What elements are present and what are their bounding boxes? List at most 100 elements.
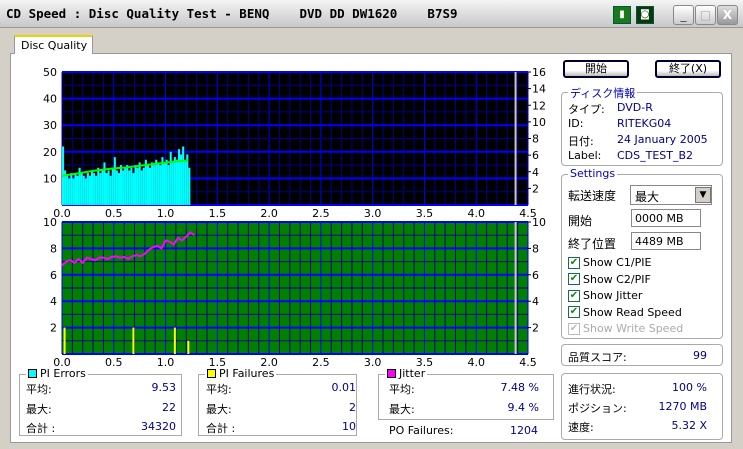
checkbox-label: Show Read Speed: [583, 305, 682, 319]
jitter-title: Jitter: [385, 367, 428, 380]
pi-error-bar: [169, 151, 172, 205]
pi-failure-bar: [132, 327, 135, 354]
y-tick-label: 30: [43, 119, 57, 132]
y2-tick-label: 8: [532, 242, 539, 255]
y2-tick-label: 6: [532, 149, 539, 162]
pi-error-bar: [84, 178, 87, 205]
progress-value: 1270 MB: [658, 400, 707, 413]
speed-value: 最大: [635, 190, 660, 204]
pi-error-bar: [155, 159, 158, 205]
pi-error-bar: [142, 167, 145, 205]
close-icon[interactable]: X: [717, 5, 738, 25]
pi-error-bar: [151, 162, 154, 205]
checkbox-label: Show C1/PIE: [583, 256, 652, 269]
speed-label: 転送速度: [568, 189, 617, 203]
charts: 0.0 0.5 1.0 1.5 2.0 2.5 3.0 3.5 4.0 4.55040302010…: [43, 66, 546, 369]
disc-info-value: CDS_TEST_B2: [617, 149, 694, 162]
pi-errors-stat-value: 34320: [141, 420, 176, 433]
check-icon[interactable]: ✔: [568, 306, 580, 318]
pi-error-bar: [74, 173, 77, 205]
checkbox-show-c2-pif[interactable]: ✔ Show C2/PIF: [568, 273, 651, 286]
pi-errors-stat-value: 9.53: [151, 381, 177, 394]
pi-error-bar: [175, 159, 178, 205]
pi-error-bar: [138, 162, 141, 205]
pi-failure-bar: [63, 327, 66, 354]
quality-score-label: 品質スコア:: [568, 351, 627, 364]
settings-title: Settings: [568, 167, 618, 180]
pi-error-bar: [88, 175, 91, 205]
y-tick-label: 50: [43, 66, 57, 79]
y2-tick-label: 8: [532, 133, 539, 146]
pi-error-bar: [163, 162, 166, 205]
y-tick-label: 6: [50, 269, 57, 282]
disc-info-value: DVD-R: [617, 101, 653, 114]
y2-tick-label: 10: [532, 116, 546, 129]
start-label: 開始: [568, 214, 593, 228]
checkbox-show-jitter[interactable]: ✔ Show Jitter: [568, 289, 642, 302]
pi-error-bar: [134, 165, 137, 205]
start-button[interactable]: 開始: [563, 60, 629, 78]
pi-error-bar: [173, 157, 176, 205]
progress-label: ポジション:: [568, 402, 627, 415]
checkbox-show-read-speed[interactable]: ✔ Show Read Speed: [568, 306, 682, 319]
pi-failures-stat-label: 最大:: [206, 402, 232, 416]
pi-error-bar: [124, 167, 127, 205]
start-input[interactable]: 0000 MB: [631, 209, 701, 227]
jitter-stat-label: 最大:: [389, 402, 415, 416]
checkbox-label: Show Write Speed: [583, 322, 684, 335]
pi-error-bar: [90, 170, 94, 205]
pi-error-bar: [122, 170, 125, 205]
y2-tick-label: 12: [532, 99, 546, 112]
pi-error-bar: [86, 173, 89, 205]
x-tick-label: 3.0: [364, 207, 382, 220]
po-failures-value: 1204: [510, 424, 538, 437]
pi-error-bar: [117, 173, 120, 205]
jitter-stat-label: 平均:: [389, 383, 415, 396]
pi-error-bar: [177, 149, 181, 205]
y-tick-label: 4: [50, 295, 57, 308]
y2-tick-label: 10: [532, 216, 546, 229]
check-icon[interactable]: ✔: [568, 289, 580, 302]
pi-error-bar: [132, 173, 135, 205]
chevron-down-icon[interactable]: ▼: [695, 187, 711, 203]
checkbox-show-c1-pie[interactable]: ✔ Show C1/PIE: [568, 256, 651, 269]
jitter-stat-value: 7.48 %: [500, 381, 539, 394]
disc-info-label: Label:: [568, 149, 602, 162]
tab-disc-quality[interactable]: Disc Quality: [14, 35, 93, 54]
x-tick-label: 2.5: [312, 356, 330, 369]
pi-error-bar: [93, 173, 96, 205]
x-tick-label: 0.5: [105, 207, 123, 220]
progress-label: 進行状況:: [568, 383, 616, 396]
minimize-icon[interactable]: _: [673, 5, 694, 25]
disc-info-label: ID:: [568, 117, 584, 130]
pi-error-bar: [128, 170, 131, 205]
end-input[interactable]: 4489 MB: [631, 232, 701, 250]
check-icon[interactable]: ✔: [568, 273, 580, 285]
x-tick-label: 4.0: [467, 356, 485, 369]
check-icon: ✔: [568, 322, 580, 335]
pi-error-bar: [148, 167, 152, 205]
copy-icon[interactable]: ▮: [613, 6, 631, 24]
pi-errors-stat-value: 22: [162, 400, 176, 414]
pi-errors-stat-label: 最大:: [26, 402, 52, 416]
x-tick-label: 1.5: [209, 207, 227, 220]
save-icon[interactable]: ◙: [636, 6, 654, 24]
y2-tick-label: 14: [532, 83, 546, 96]
pi-error-bar: [167, 165, 170, 205]
progress-label: 速度:: [568, 421, 594, 434]
jitter-swatch: [387, 369, 396, 378]
checkbox-show-write-speed: ✔ Show Write Speed: [568, 322, 683, 335]
maximize-icon[interactable]: □: [695, 5, 716, 25]
pi-error-bar: [161, 157, 164, 205]
x-tick-label: 2.5: [312, 207, 330, 220]
pi-error-bar: [82, 175, 85, 205]
pi-error-bar: [95, 175, 98, 205]
quality-score-value: 99: [693, 349, 707, 362]
pi-error-bar: [68, 178, 71, 205]
x-tick-label: 1.0: [157, 356, 175, 369]
check-icon[interactable]: ✔: [568, 256, 580, 269]
pi-failures-title-text: PI Failures: [219, 367, 275, 380]
speed-select[interactable]: 最大 ▼: [630, 185, 712, 205]
exit-button[interactable]: 終了(X): [655, 60, 721, 78]
pi-error-bar: [76, 175, 79, 205]
